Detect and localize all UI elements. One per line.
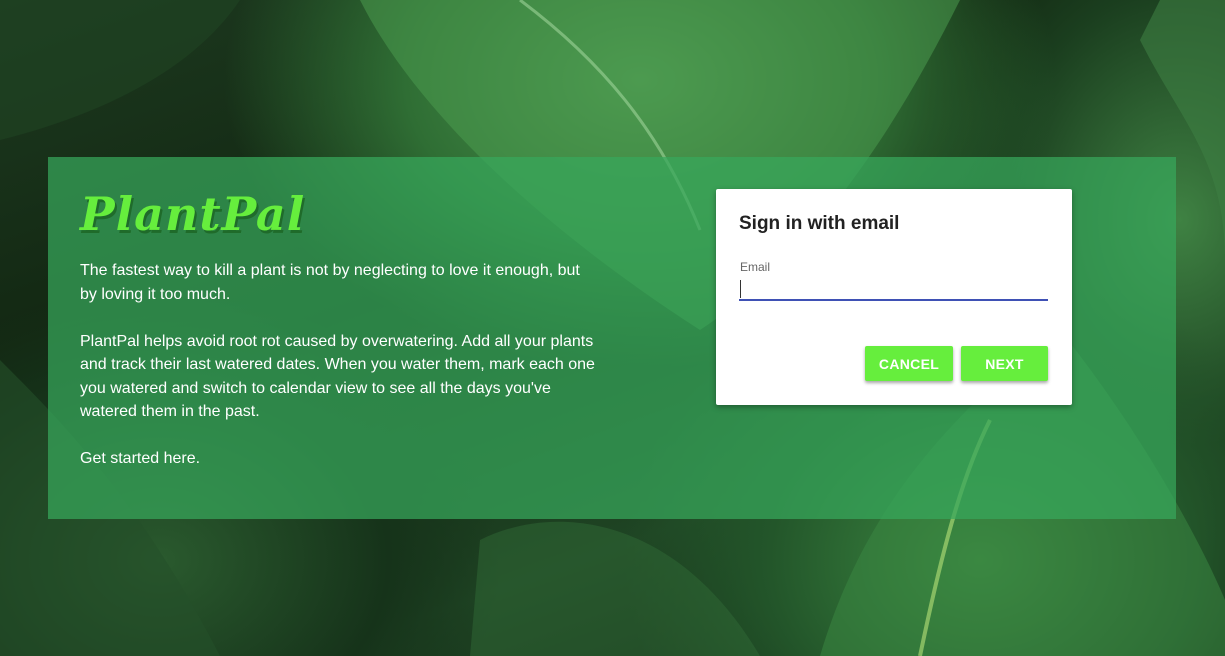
email-input[interactable]: [739, 277, 1048, 301]
next-button[interactable]: NEXT: [961, 346, 1048, 381]
text-cursor: [740, 280, 741, 298]
signin-card: Sign in with email Email CANCEL NEXT: [716, 189, 1072, 405]
brand-logo: PlantPal: [80, 187, 306, 241]
signin-title: Sign in with email: [739, 213, 900, 234]
email-label: Email: [740, 260, 771, 274]
hero-paragraph-2: PlantPal helps avoid root rot caused by …: [80, 332, 595, 421]
hero-description: The fastest way to kill a plant is not b…: [80, 259, 600, 494]
cancel-button[interactable]: CANCEL: [865, 346, 953, 381]
hero-paragraph-3: Get started here.: [80, 450, 201, 467]
hero-paragraph-1: The fastest way to kill a plant is not b…: [80, 262, 580, 303]
